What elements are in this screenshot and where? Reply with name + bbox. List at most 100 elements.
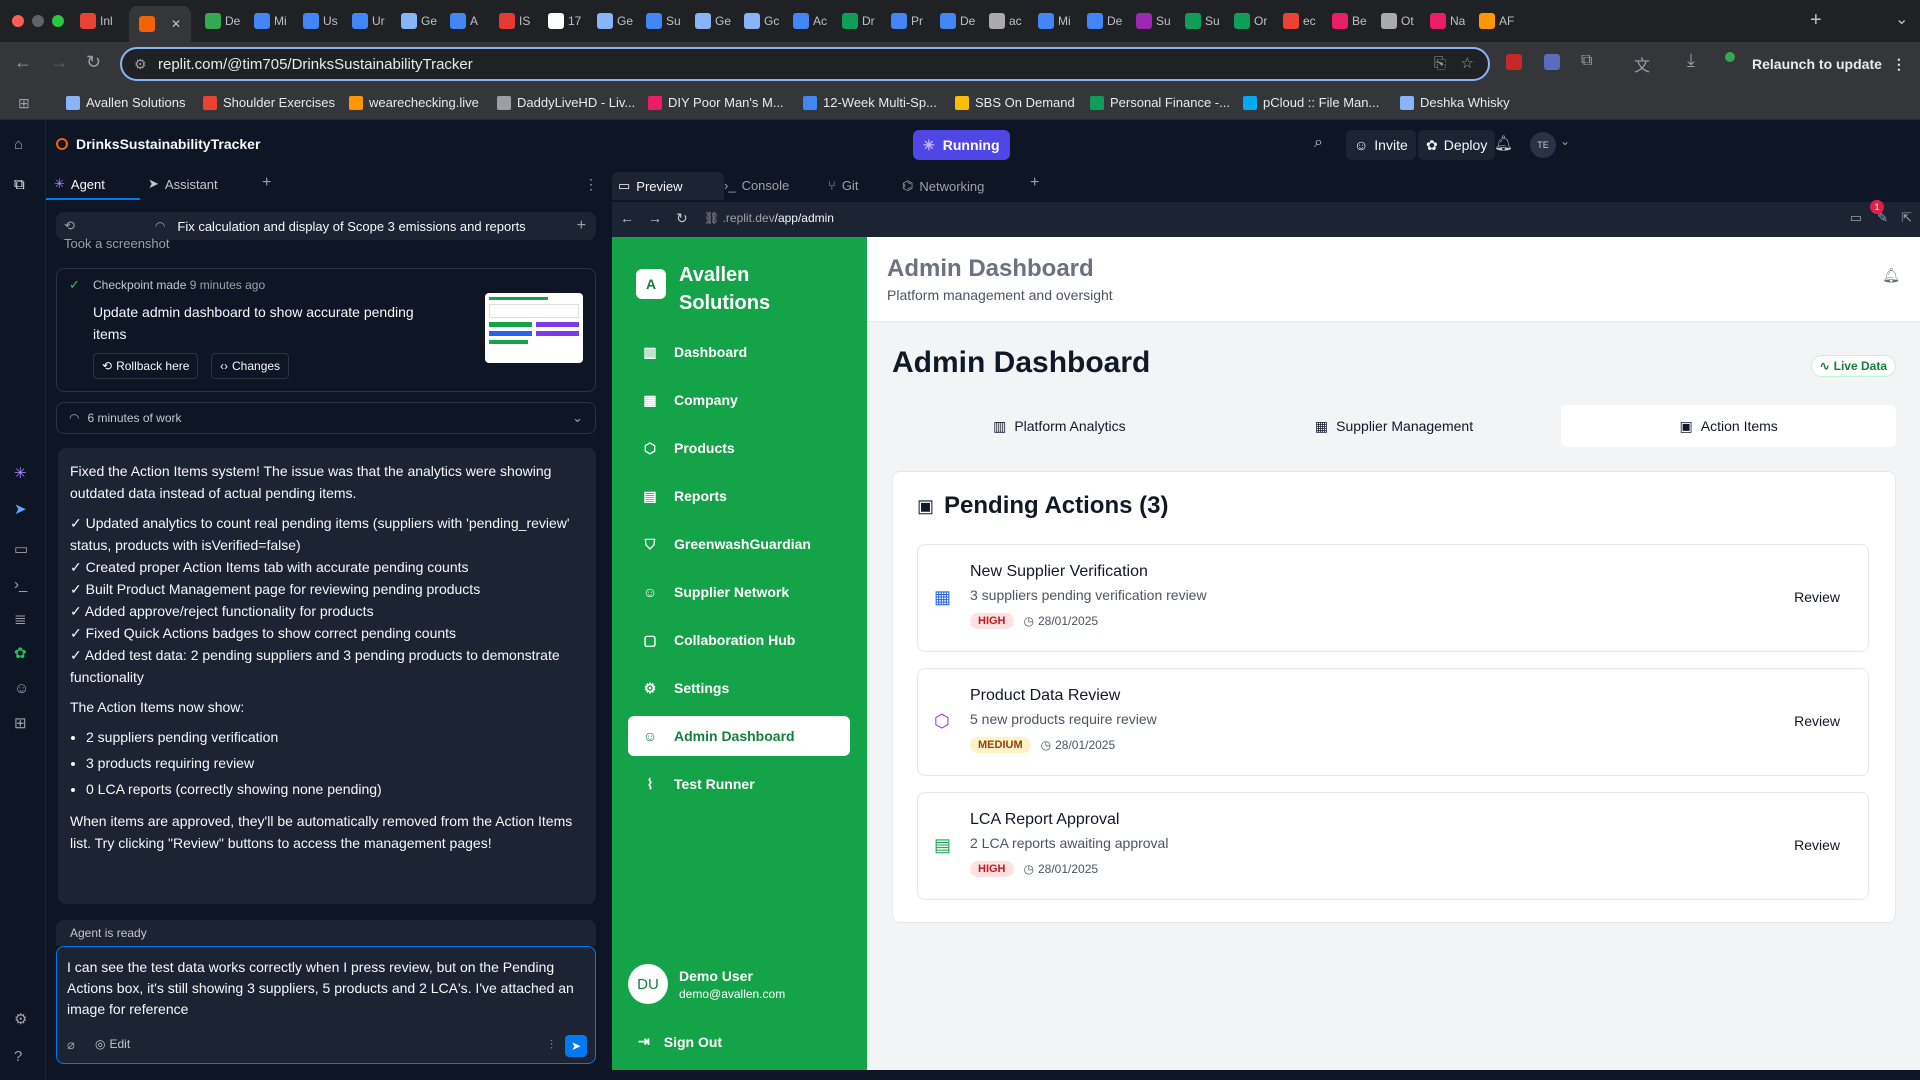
notifications-bell-icon[interactable]: 🔔︎ [1494, 134, 1513, 152]
settings-icon[interactable]: ⚙ [14, 1010, 27, 1028]
brand-name[interactable]: Avallen Solutions [679, 261, 839, 317]
assistant-icon[interactable]: ➤ [14, 500, 27, 518]
chat-input[interactable]: I can see the test data works correctly … [56, 946, 596, 1064]
browser-tab[interactable]: Ge [401, 9, 437, 33]
review-button[interactable]: Review [1794, 837, 1840, 853]
browser-tab[interactable]: Su [1136, 9, 1171, 33]
back-icon[interactable]: ← [14, 52, 32, 73]
avatar[interactable]: TE [1530, 132, 1556, 158]
edit-mode-button[interactable]: ◎ Edit [95, 1034, 130, 1055]
browser-tab[interactable]: De [1087, 9, 1122, 33]
browser-tab[interactable]: Ot [1381, 9, 1414, 33]
changes-button[interactable]: ‹› Changes [211, 353, 290, 379]
tab-assistant[interactable]: ➤ Assistant [148, 176, 218, 192]
browser-tab[interactable]: Inl [80, 9, 113, 33]
sidebar-item-settings[interactable]: ⚙ Settings [628, 668, 850, 708]
apps-grid-icon[interactable]: ⊞ [18, 95, 30, 112]
browser-tab[interactable]: Su [1185, 9, 1220, 33]
tab-supplier-management[interactable]: ▦ Supplier Management [1227, 405, 1562, 447]
new-tab-button[interactable]: + [1810, 9, 1822, 32]
bookmark-item[interactable]: Personal Finance -... [1090, 95, 1230, 110]
close-tab-icon[interactable]: ✕ [171, 17, 181, 31]
sidebar-item-collaboration-hub[interactable]: ▢ Collaboration Hub [628, 620, 850, 660]
browser-tab[interactable]: De [205, 9, 240, 33]
sidebar-item-admin-dashboard[interactable]: ☺ Admin Dashboard [628, 716, 850, 756]
kebab-menu-icon[interactable]: ⋮ [584, 176, 598, 193]
thread-title[interactable]: Fix calculation and display of Scope 3 e… [177, 219, 525, 234]
tab-git[interactable]: ⑂ Git [828, 178, 858, 193]
sidebar-item-dashboard[interactable]: ▥ Dashboard [628, 332, 850, 372]
sidebar-item-reports[interactable]: ▤ Reports [628, 476, 850, 516]
browser-tab[interactable]: Ge [695, 9, 731, 33]
browser-tab[interactable]: Us [303, 9, 338, 33]
tab-action-items[interactable]: ▣ Action Items [1561, 405, 1897, 447]
preview-reload-icon[interactable]: ↻ [676, 210, 688, 227]
preview-forward-icon[interactable]: → [648, 210, 662, 226]
sign-out-button[interactable]: ⇥ Sign Out [638, 1033, 722, 1050]
devices-icon[interactable]: ▭ [1850, 210, 1862, 226]
review-button[interactable]: Review [1794, 713, 1840, 729]
browser-tab[interactable]: IS [499, 9, 530, 33]
translate-icon[interactable]: 文 [1634, 52, 1650, 76]
help-icon[interactable]: ? [14, 1048, 22, 1065]
tab-networking[interactable]: ⌬ Networking [902, 178, 984, 194]
console-icon[interactable]: ›_ [14, 576, 27, 593]
browser-tab[interactable]: ec [1283, 9, 1316, 33]
browser-tab[interactable]: Ur [352, 9, 385, 33]
forward-icon[interactable]: → [50, 52, 68, 73]
extensions-puzzle-icon[interactable]: ⧉ [1581, 52, 1592, 70]
close-window-button[interactable] [12, 15, 24, 27]
browser-tab[interactable]: Gc [744, 9, 779, 33]
invite-button[interactable]: ☺ Invite [1346, 130, 1416, 160]
browser-tab[interactable]: Mi [1038, 9, 1071, 33]
files-panel-icon[interactable]: ⧉ [14, 176, 25, 193]
profile-dot-icon[interactable] [1725, 52, 1735, 62]
sidebar-item-products[interactable]: ⬡ Products [628, 428, 850, 468]
install-app-icon[interactable]: ⎘ [1434, 55, 1446, 72]
browser-tab[interactable]: A [450, 9, 478, 33]
bookmark-item[interactable]: SBS On Demand [955, 95, 1075, 110]
send-button[interactable]: ➤ [565, 1035, 587, 1057]
browser-tab[interactable]: ac [989, 9, 1022, 33]
agent-icon[interactable]: ✳ [14, 464, 27, 482]
home-icon[interactable]: ⌂ [14, 136, 23, 153]
bookmark-item[interactable]: wearechecking.live [349, 95, 479, 110]
chat-input-text[interactable]: I can see the test data works correctly … [67, 957, 585, 1020]
tab-preview[interactable]: ▭ Preview [618, 178, 683, 194]
browser-tab[interactable]: ✕ [129, 6, 192, 42]
browser-tab[interactable]: Or [1234, 9, 1267, 33]
search-icon[interactable]: ⌕ [1314, 134, 1323, 152]
preview-back-icon[interactable]: ← [620, 210, 634, 226]
site-info-icon[interactable]: ⚙ [134, 56, 147, 73]
preview-url[interactable]: ⛓ .replit.dev/app/admin [704, 211, 834, 225]
all-tools-icon[interactable]: ⊞ [14, 714, 27, 732]
add-tab-button[interactable]: + [1030, 174, 1039, 192]
extension-icon[interactable] [1506, 54, 1522, 70]
run-status-button[interactable]: ✳ Running [913, 130, 1010, 160]
bookmark-item[interactable]: DaddyLiveHD - Liv... [497, 95, 635, 110]
browser-tab[interactable]: Pr [891, 9, 923, 33]
database-icon[interactable]: ≣ [14, 610, 27, 628]
minimize-window-button[interactable] [32, 15, 44, 27]
browser-tab[interactable]: Mi [254, 9, 287, 33]
browser-tab[interactable]: Dr [842, 9, 875, 33]
preview-monitor-icon[interactable]: ▭ [14, 540, 28, 558]
sidebar-item-greenwashguardian[interactable]: ⛉ GreenwashGuardian [628, 524, 850, 564]
reload-icon[interactable]: ↻ [86, 52, 101, 73]
browser-tab[interactable]: Be [1332, 9, 1367, 33]
download-icon[interactable]: ⤓ [1687, 50, 1695, 71]
tab-platform-analytics[interactable]: ▥ Platform Analytics [892, 405, 1227, 447]
project-name[interactable]: DrinksSustainabilityTracker [76, 136, 260, 152]
relaunch-button[interactable]: Relaunch to update ⋮ [1752, 48, 1906, 80]
bookmark-item[interactable]: Deshka Whisky [1400, 95, 1510, 110]
bookmark-item[interactable]: Avallen Solutions [66, 95, 186, 110]
chevron-down-icon[interactable]: ⌄ [1560, 134, 1570, 148]
checkpoint-thumbnail[interactable] [485, 293, 583, 363]
sidebar-item-test-runner[interactable]: ⌇ Test Runner [628, 764, 850, 804]
bookmark-item[interactable]: DIY Poor Man's M... [648, 95, 784, 110]
add-tab-button[interactable]: + [262, 174, 271, 192]
sidebar-item-supplier-network[interactable]: ☺ Supplier Network [628, 572, 850, 612]
deploy-icon[interactable]: ✿ [14, 644, 27, 662]
tab-agent[interactable]: ✳ Agent [54, 176, 105, 192]
review-button[interactable]: Review [1794, 589, 1840, 605]
